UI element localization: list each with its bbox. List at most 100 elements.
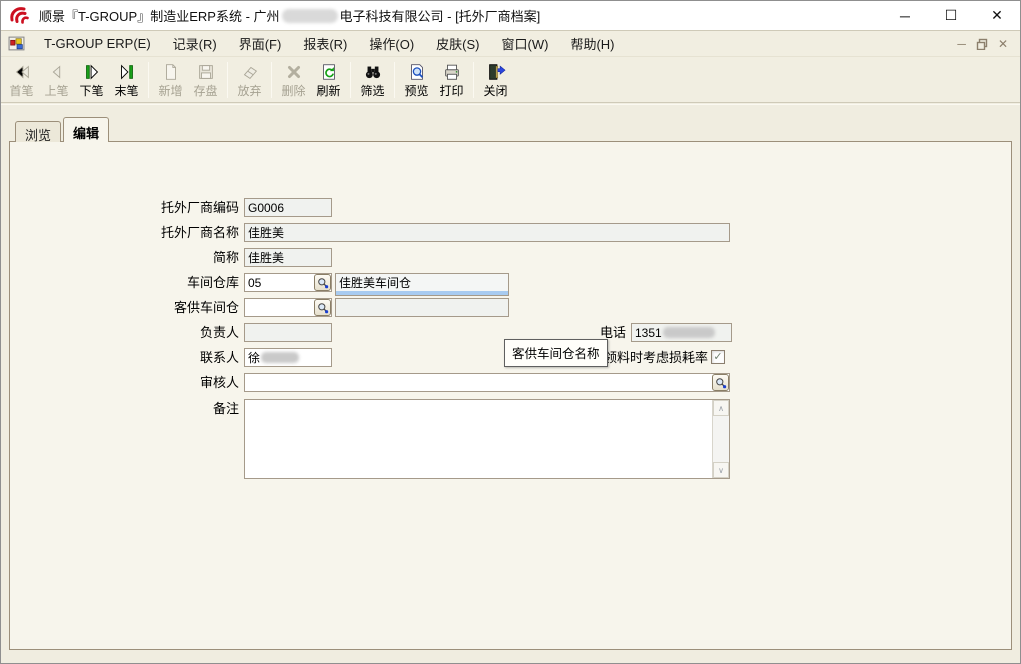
toolbar-separator bbox=[148, 62, 149, 98]
toolbar-close-form-button[interactable]: 关闭 bbox=[479, 60, 512, 101]
vendor-form: 托外厂商编码 G0006 托外厂商名称 佳胜美 简称 佳胜美 车间仓库 05 bbox=[10, 142, 1011, 649]
toolbar-next-record-button[interactable]: 下笔 bbox=[75, 60, 108, 101]
title-bar: 顺景『T-GROUP』制造业ERP系统 - 广州电子科技有限公司 - [托外厂商… bbox=[1, 1, 1020, 30]
vendor-code-field[interactable]: G0006 bbox=[244, 198, 332, 217]
toolbar-separator bbox=[394, 62, 395, 98]
customer-workshop-lookup-button[interactable] bbox=[314, 299, 331, 316]
toolbar-separator bbox=[350, 62, 351, 98]
auditor-field[interactable] bbox=[244, 373, 730, 392]
toolbar-first-record-button[interactable]: 首笔 bbox=[5, 60, 38, 101]
menu-reports[interactable]: 报表(R) bbox=[292, 30, 358, 57]
minimize-button[interactable]: ─ bbox=[882, 1, 928, 30]
mdi-window-controls: ─ ✕ bbox=[957, 38, 1020, 50]
delete-x-icon bbox=[283, 62, 305, 82]
customer-workshop-code-field[interactable] bbox=[244, 298, 332, 317]
short-name-label: 简称 bbox=[10, 248, 239, 267]
toolbar-refresh-button[interactable]: 刷新 bbox=[312, 60, 345, 101]
first-record-icon bbox=[11, 62, 33, 82]
checkmark-glyph: ✓ bbox=[713, 351, 722, 363]
form-row-auditor: 审核人 bbox=[10, 373, 1011, 392]
remarks-scrollbar[interactable]: ∧ ∨ bbox=[712, 400, 729, 478]
menu-records[interactable]: 记录(R) bbox=[162, 30, 228, 57]
phone-field[interactable]: 1351 bbox=[631, 323, 732, 342]
toolbar-preview-button[interactable]: 预览 bbox=[400, 60, 433, 101]
toolbar-new-button[interactable]: 新增 bbox=[154, 60, 187, 101]
menu-skin[interactable]: 皮肤(S) bbox=[425, 30, 490, 57]
manager-field[interactable] bbox=[244, 323, 332, 342]
menu-window[interactable]: 窗口(W) bbox=[491, 30, 560, 57]
form-row-vendor-name: 托外厂商名称 佳胜美 bbox=[10, 223, 1011, 242]
mdi-close-button[interactable]: ✕ bbox=[998, 38, 1008, 50]
workshop-warehouse-label: 车间仓库 bbox=[10, 273, 239, 292]
form-row-workshop-warehouse: 车间仓库 05 佳胜美车间仓 bbox=[10, 273, 1011, 292]
form-row-vendor-code: 托外厂商编码 G0006 bbox=[10, 198, 1011, 217]
tab-strip: 浏览 编辑 bbox=[15, 116, 111, 142]
vendor-name-field[interactable]: 佳胜美 bbox=[244, 223, 730, 242]
save-disk-icon bbox=[195, 62, 217, 82]
contact-label: 联系人 bbox=[10, 348, 239, 367]
toolbar-previous-record-button[interactable]: 上笔 bbox=[40, 60, 73, 101]
form-row-short-name: 简称 佳胜美 bbox=[10, 248, 1011, 267]
tab-browse[interactable]: 浏览 bbox=[15, 121, 61, 142]
mdi-client-area: 浏览 编辑 托外厂商编码 G0006 托外厂商名称 佳胜美 简称 佳胜美 车间仓… bbox=[1, 104, 1020, 663]
loss-rate-checkbox[interactable]: ✓ bbox=[711, 350, 725, 364]
mdi-restore-button[interactable] bbox=[976, 38, 988, 50]
menu-interface[interactable]: 界面(F) bbox=[228, 30, 293, 57]
workshop-warehouse-code-field[interactable]: 05 bbox=[244, 273, 332, 292]
next-record-icon bbox=[81, 62, 103, 82]
discard-eraser-icon bbox=[239, 62, 261, 82]
print-preview-icon bbox=[406, 62, 428, 82]
maximize-button[interactable]: ☐ bbox=[928, 1, 974, 30]
vendor-name-label: 托外厂商名称 bbox=[10, 223, 239, 242]
toolbar-print-button[interactable]: 打印 bbox=[435, 60, 468, 101]
menu-help[interactable]: 帮助(H) bbox=[559, 30, 625, 57]
focus-highlight bbox=[336, 291, 508, 295]
loss-rate-label: 领料时考虑损耗率 bbox=[604, 348, 708, 367]
contact-field[interactable]: 徐 bbox=[244, 348, 332, 367]
tab-edit[interactable]: 编辑 bbox=[63, 117, 109, 142]
menu-bar: T-GROUP ERP(E) 记录(R) 界面(F) 报表(R) 操作(O) 皮… bbox=[1, 30, 1020, 57]
toolbar-discard-button[interactable]: 放弃 bbox=[233, 60, 266, 101]
redacted-contact-name bbox=[261, 352, 299, 363]
toolbar-filter-button[interactable]: 筛选 bbox=[356, 60, 389, 101]
toolbar-save-button[interactable]: 存盘 bbox=[189, 60, 222, 101]
scroll-up-button[interactable]: ∧ bbox=[713, 400, 729, 416]
refresh-icon bbox=[318, 62, 340, 82]
window-title: 顺景『T-GROUP』制造业ERP系统 - 广州电子科技有限公司 - [托外厂商… bbox=[39, 6, 540, 25]
last-record-icon bbox=[116, 62, 138, 82]
customer-workshop-label: 客供车间仓 bbox=[10, 298, 239, 317]
magnifier-icon bbox=[317, 302, 329, 314]
magnifier-icon bbox=[317, 277, 329, 289]
auditor-lookup-button[interactable] bbox=[712, 374, 729, 391]
vendor-code-label: 托外厂商编码 bbox=[10, 198, 239, 217]
remarks-textarea[interactable]: ∧ ∨ bbox=[244, 399, 730, 479]
new-document-icon bbox=[160, 62, 182, 82]
filter-binoculars-icon bbox=[362, 62, 384, 82]
field-tooltip: 客供车间仓名称 bbox=[504, 339, 608, 367]
form-row-customer-workshop: 客供车间仓 bbox=[10, 298, 1011, 317]
short-name-field[interactable]: 佳胜美 bbox=[244, 248, 332, 267]
previous-record-icon bbox=[46, 62, 68, 82]
auditor-label: 审核人 bbox=[10, 373, 239, 392]
toolbar-separator bbox=[473, 62, 474, 98]
customer-workshop-name-field[interactable] bbox=[335, 298, 509, 317]
manager-label: 负责人 bbox=[10, 323, 239, 342]
remarks-label: 备注 bbox=[10, 399, 239, 418]
toolbar-separator bbox=[227, 62, 228, 98]
toolbar: 首笔 上笔 下笔 末笔 新增 bbox=[1, 58, 1020, 103]
magnifier-icon bbox=[715, 377, 727, 389]
mdi-minimize-button[interactable]: ─ bbox=[957, 38, 966, 50]
form-window-icon bbox=[8, 35, 25, 52]
toolbar-delete-button[interactable]: 删除 bbox=[277, 60, 310, 101]
print-icon bbox=[441, 62, 463, 82]
menu-operations[interactable]: 操作(O) bbox=[358, 30, 425, 57]
menu-tgroup-erp[interactable]: T-GROUP ERP(E) bbox=[33, 32, 162, 55]
toolbar-last-record-button[interactable]: 末笔 bbox=[110, 60, 143, 101]
redacted-phone-digits bbox=[663, 327, 715, 338]
edit-tab-panel: 托外厂商编码 G0006 托外厂商名称 佳胜美 简称 佳胜美 车间仓库 05 bbox=[9, 141, 1012, 650]
scroll-down-button[interactable]: ∨ bbox=[713, 462, 729, 478]
close-button[interactable]: ✕ bbox=[974, 1, 1020, 30]
workshop-warehouse-lookup-button[interactable] bbox=[314, 274, 331, 291]
app-logo-icon bbox=[9, 5, 31, 27]
workshop-warehouse-name-field[interactable]: 佳胜美车间仓 bbox=[335, 273, 509, 296]
